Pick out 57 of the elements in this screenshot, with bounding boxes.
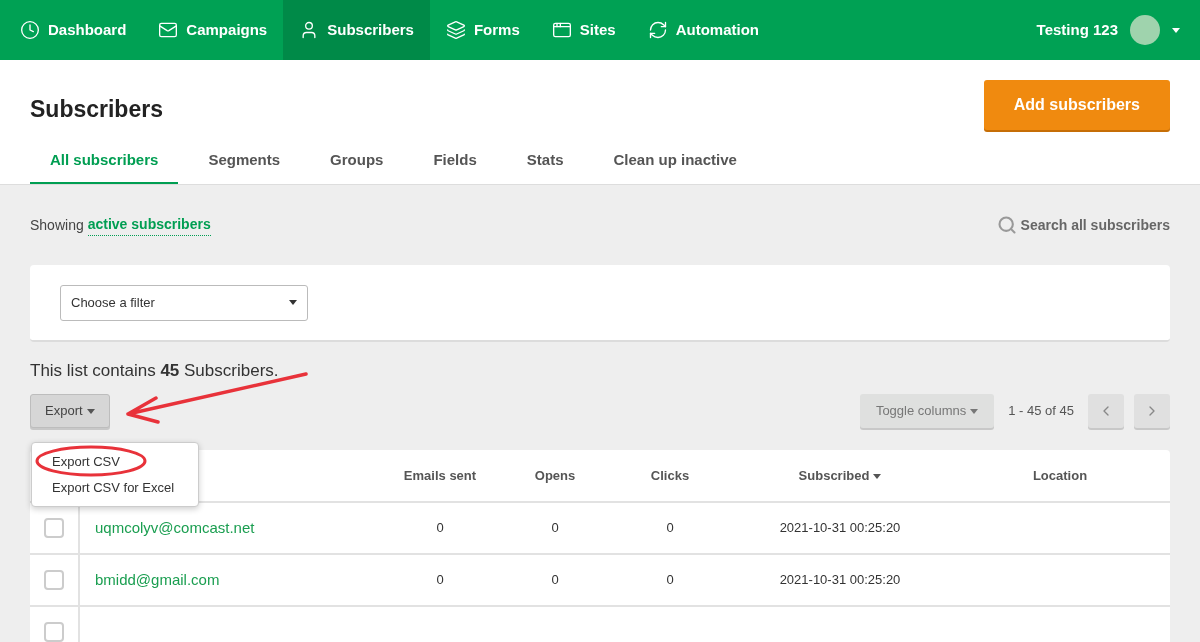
table-cell: 0 — [551, 520, 559, 536]
export-button[interactable]: Export — [30, 394, 110, 428]
page-title: Subscribers — [30, 95, 163, 124]
tab[interactable]: Fields — [413, 138, 497, 184]
tab[interactable]: Segments — [188, 138, 301, 184]
subscriber-count-text: This list contains 45 Subscribers. — [30, 360, 280, 382]
toggle-columns-button[interactable]: Toggle columns — [859, 394, 995, 428]
add-subscribers-button[interactable]: Add subscribers — [983, 80, 1170, 130]
account-menu[interactable]: Testing 123 — [1036, 0, 1180, 60]
row-checkbox[interactable] — [44, 570, 64, 590]
table-cell: 0 — [666, 520, 674, 536]
clock-icon — [20, 20, 40, 40]
envelope-icon — [158, 20, 179, 40]
tab[interactable]: Stats — [506, 138, 584, 184]
column-header: Location — [1032, 467, 1088, 483]
subscriber-email-link[interactable]: bmidd@gmail.com — [95, 570, 220, 588]
table-cell: 0 — [551, 572, 559, 588]
avatar — [1130, 15, 1160, 45]
active-subscribers-link[interactable]: active subscribers — [87, 214, 211, 236]
caret-icon — [1172, 27, 1180, 33]
table-cell: 2021-10-31 00:25:20 — [779, 572, 901, 588]
caret-icon — [970, 409, 979, 415]
export-menu-item[interactable]: Export CSV for Excel — [32, 474, 198, 500]
row-checkbox[interactable] — [44, 622, 64, 642]
column-header: Clicks — [650, 467, 690, 483]
table-cell: 0 — [666, 572, 674, 588]
row-checkbox[interactable] — [44, 518, 64, 538]
export-menu-item[interactable]: Export CSV — [32, 449, 198, 475]
nav-item[interactable]: Automation — [631, 0, 775, 60]
search-subscribers-button[interactable]: Search all subscribers — [996, 214, 1170, 236]
column-header: Opens — [534, 467, 576, 483]
browser-window-icon — [551, 20, 572, 40]
caret-icon — [86, 409, 95, 415]
caret-icon — [289, 300, 297, 305]
layers-icon — [445, 20, 466, 40]
caret-icon — [873, 473, 882, 479]
tab[interactable]: All subscribers — [30, 138, 179, 184]
subscriber-email-link[interactable]: uqmcolyv@comcast.net — [95, 518, 255, 536]
nav-item[interactable]: Sites — [535, 0, 632, 60]
table-cell: 2021-10-31 00:25:20 — [779, 520, 901, 536]
table-cell: 0 — [436, 520, 444, 536]
column-header[interactable]: Subscribed — [798, 467, 882, 483]
filter-select[interactable]: Choose a filter — [60, 284, 308, 321]
pagination-range: 1 - 45 of 45 — [1008, 402, 1074, 421]
column-header: Emails sent — [403, 467, 477, 483]
nav-item[interactable]: Campaigns — [142, 0, 284, 60]
tab[interactable]: Groups — [310, 138, 404, 184]
nav-item[interactable]: Subscribers — [283, 0, 430, 60]
previous-page-button[interactable] — [1088, 394, 1124, 428]
next-page-button[interactable] — [1134, 394, 1170, 428]
tab[interactable]: Clean up inactive — [593, 138, 757, 184]
nav-item[interactable]: Dashboard — [4, 0, 143, 60]
nav-item[interactable]: Forms — [429, 0, 536, 60]
table-cell: 0 — [436, 572, 444, 588]
showing-label: Showing — [30, 215, 84, 235]
search-icon — [996, 215, 1017, 235]
refresh-icon — [647, 20, 668, 40]
